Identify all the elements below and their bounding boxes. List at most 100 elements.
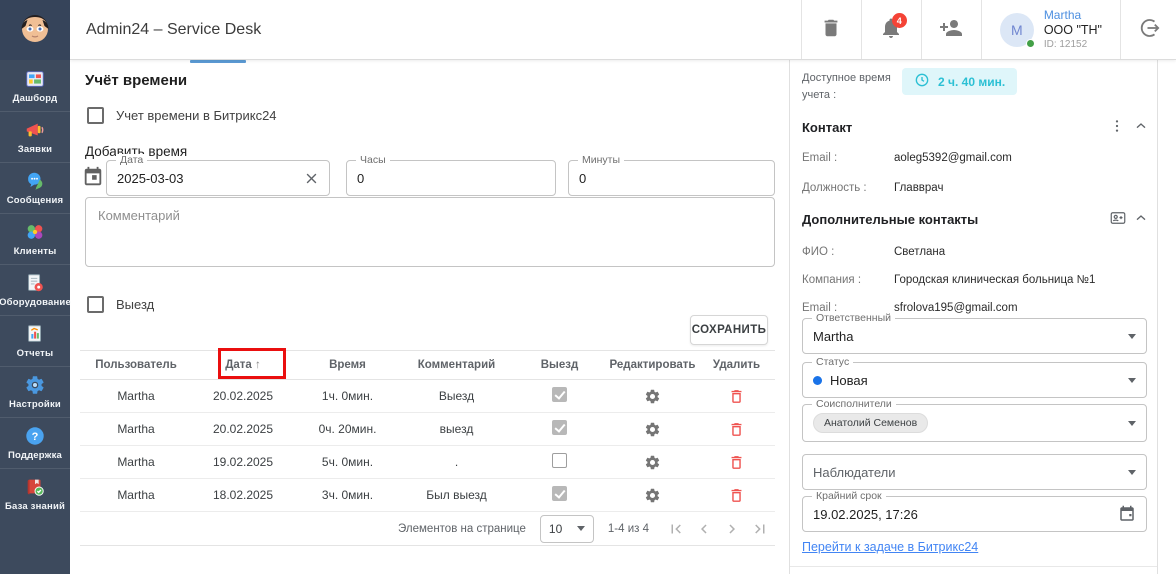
add-contact-card-icon[interactable]: [1109, 209, 1127, 227]
cell-user: Martha: [80, 488, 192, 502]
chevron-down-icon: [1128, 334, 1136, 339]
additional-contacts-title: Дополнительные контакты: [802, 212, 978, 227]
help-icon: ?: [24, 425, 46, 447]
user-id: ID: 12152: [1044, 39, 1102, 52]
edit-button[interactable]: [644, 421, 661, 438]
trip-checkbox-row-0[interactable]: [552, 387, 567, 402]
column-header-date[interactable]: Дата ↑: [192, 359, 294, 371]
app-window: Дашборд Заявки Сообщения Клиенты Оборудо…: [0, 0, 1176, 574]
hours-field[interactable]: Часы: [346, 160, 556, 196]
sidebar-item-label: Оборудование: [0, 297, 71, 308]
user-avatar: M: [1000, 13, 1034, 47]
bitrix-time-checkbox[interactable]: [87, 107, 104, 124]
additional-field-row: ФИО : Светлана: [802, 246, 945, 258]
comment-textarea[interactable]: [85, 197, 775, 267]
prev-page-button[interactable]: [691, 520, 717, 538]
observers-placeholder: Наблюдатели: [813, 465, 896, 480]
dashboard-icon: [24, 68, 46, 90]
details-panel: Доступное время учета : 2 ч. 40 мин. Кон…: [789, 60, 1158, 574]
delete-button[interactable]: [728, 454, 745, 471]
save-button[interactable]: СОХРАНИТЬ: [690, 315, 768, 345]
delete-button[interactable]: [728, 388, 745, 405]
reports-icon: [24, 323, 46, 345]
time-entries-table: Пользователь Дата ↑ Время Комментарий Вы…: [80, 350, 775, 512]
pagination: Элементов на странице 10 1-4 из 4: [80, 512, 775, 546]
status-dot-icon: [813, 376, 822, 385]
trip-checkbox-row-1[interactable]: [552, 420, 567, 435]
trash-icon: [820, 17, 842, 42]
sidebar-item-equipment[interactable]: Оборудование: [0, 264, 70, 315]
cell-time: 0ч. 20мин.: [294, 422, 401, 436]
hours-input[interactable]: [357, 171, 545, 186]
sidebar-item-tickets[interactable]: Заявки: [0, 111, 70, 162]
field-label: Компания :: [802, 274, 894, 286]
page-size-label: Элементов на странице: [398, 523, 526, 535]
contact-section-title: Контакт: [802, 120, 852, 135]
field-label: ФИО :: [802, 246, 894, 258]
app-logo[interactable]: [0, 0, 70, 60]
edit-button[interactable]: [644, 388, 661, 405]
coexecutors-select[interactable]: Соисполнители Анатолий Семенов: [802, 404, 1147, 442]
calendar-icon[interactable]: [1118, 505, 1136, 523]
status-value: Новая: [830, 373, 868, 388]
date-field[interactable]: Дата: [106, 160, 330, 196]
clear-date-icon[interactable]: [304, 171, 319, 186]
calendar-icon[interactable]: [82, 166, 104, 193]
avatar-initial: M: [1011, 22, 1023, 38]
add-user-button[interactable]: [921, 0, 981, 59]
page-size-select[interactable]: 10: [540, 515, 594, 543]
observers-select[interactable]: Наблюдатели: [802, 454, 1147, 490]
trash-button[interactable]: [801, 0, 861, 59]
delete-button[interactable]: [728, 421, 745, 438]
next-page-button[interactable]: [719, 520, 745, 538]
sidebar-item-settings[interactable]: Настройки: [0, 366, 70, 417]
delete-button[interactable]: [728, 487, 745, 504]
column-header-trip: Выезд: [512, 359, 607, 371]
trip-checkbox[interactable]: [87, 296, 104, 313]
trip-checkbox-row-2[interactable]: [552, 453, 567, 468]
sidebar-item-reports[interactable]: Отчеты: [0, 315, 70, 366]
edit-button[interactable]: [644, 487, 661, 504]
coexecutor-chip[interactable]: Анатолий Семенов: [813, 413, 928, 433]
sidebar-item-clients[interactable]: Клиенты: [0, 213, 70, 264]
column-header-comment: Комментарий: [401, 359, 512, 371]
sidebar: Дашборд Заявки Сообщения Клиенты Оборудо…: [0, 0, 70, 574]
logout-icon: [1137, 16, 1161, 43]
sidebar-item-support[interactable]: ? Поддержка: [0, 417, 70, 468]
sidebar-item-knowledge-base[interactable]: База знаний: [0, 468, 70, 519]
page-title: Учёт времени: [85, 72, 187, 89]
first-page-button[interactable]: [663, 520, 689, 538]
field-value: Главврач: [894, 182, 943, 194]
minutes-field[interactable]: Минуты: [568, 160, 775, 196]
collapse-chevron-icon[interactable]: [1133, 118, 1149, 134]
sidebar-item-messages[interactable]: Сообщения: [0, 162, 70, 213]
trip-checkbox-row-3[interactable]: [552, 486, 567, 501]
sidebar-nav: Дашборд Заявки Сообщения Клиенты Оборудо…: [0, 60, 70, 519]
chevron-down-icon: [1128, 378, 1136, 383]
date-input[interactable]: [117, 171, 304, 186]
field-label: Email :: [802, 152, 894, 164]
user-menu[interactable]: M Martha OOO "TH" ID: 12152: [981, 0, 1120, 59]
sidebar-item-dashboard[interactable]: Дашборд: [0, 60, 70, 111]
minutes-field-label: Минуты: [578, 154, 624, 166]
user-name: Martha: [1044, 8, 1102, 23]
column-header-edit: Редактировать: [607, 359, 698, 371]
minutes-input[interactable]: [579, 171, 764, 186]
status-select[interactable]: Статус Новая: [802, 362, 1147, 398]
cell-user: Martha: [80, 389, 192, 403]
last-page-button[interactable]: [747, 520, 773, 538]
table-header-row: Пользователь Дата ↑ Время Комментарий Вы…: [80, 350, 775, 380]
responsible-value: Martha: [813, 329, 853, 344]
collapse-chevron-icon[interactable]: [1133, 210, 1149, 226]
responsible-select[interactable]: Ответственный Martha: [802, 318, 1147, 354]
bitrix-task-link[interactable]: Перейти к задаче в Битрикс24: [802, 540, 978, 554]
deadline-field[interactable]: Крайний срок 19.02.2025, 17:26: [802, 496, 1147, 532]
person-add-icon: [939, 16, 963, 43]
deadline-field-label: Крайний срок: [812, 490, 886, 502]
notifications-button[interactable]: 4: [861, 0, 921, 59]
user-meta: Martha OOO "TH" ID: 12152: [1044, 8, 1102, 51]
logout-button[interactable]: [1120, 0, 1176, 59]
kebab-menu-icon[interactable]: [1109, 118, 1125, 134]
additional-field-row: Компания : Городская клиническая больниц…: [802, 274, 1095, 286]
edit-button[interactable]: [644, 454, 661, 471]
